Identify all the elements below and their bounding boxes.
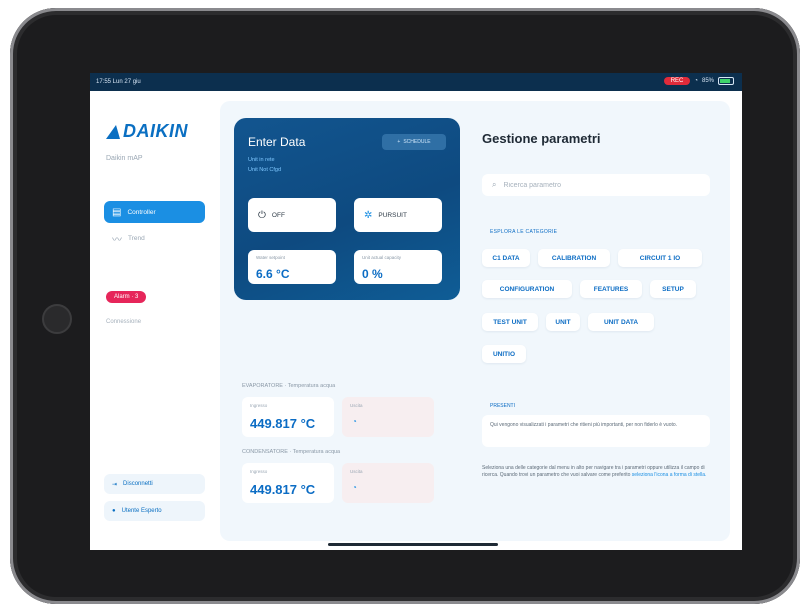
temperature-value: 449.817 °C xyxy=(250,416,316,431)
value-label: Ingresso xyxy=(250,403,268,408)
recording-indicator: REC xyxy=(663,77,691,85)
value-label: Uscita xyxy=(350,469,363,474)
sidebar-item-label: Controller xyxy=(127,208,156,216)
schedule-button[interactable]: + SCHEDULE xyxy=(382,134,446,150)
presets-box: Qui vengono visualizzati i parametri che… xyxy=(482,415,710,447)
loading-icon: ◔ xyxy=(352,483,357,492)
battery-icon xyxy=(718,77,734,85)
water-setpoint-tile[interactable]: Water setpoint 6.6 °C xyxy=(248,250,336,284)
metric-label: Water setpoint xyxy=(256,255,285,260)
category-chip[interactable]: CONFIGURATION xyxy=(482,280,572,298)
condenser-section-label: CONDENSATORE · Temperatura acqua xyxy=(242,449,341,455)
condenser-inlet-tile: Ingresso 449.817 °C xyxy=(242,463,334,503)
presets-text: Qui vengono visualizzati i parametri che… xyxy=(490,422,678,428)
unit-status-line-1: Unit in rete xyxy=(248,157,275,163)
metric-value: 6.6 °C xyxy=(256,267,290,281)
category-chip[interactable]: SETUP xyxy=(650,280,696,298)
sidebar-item-controller[interactable]: ▤ Controller xyxy=(104,201,205,223)
user-icon: ● xyxy=(112,508,116,514)
parameters-title: Gestione parametri xyxy=(482,131,601,146)
parameter-search[interactable]: ⌕ xyxy=(482,174,710,196)
unit-status-line-2: Unit Not Cfgd xyxy=(248,167,282,173)
value-label: Uscita xyxy=(350,403,363,408)
status-time: 17:55 Lun 27 giu xyxy=(96,79,141,85)
home-indicator[interactable] xyxy=(328,543,498,546)
category-chip[interactable]: C1 DATA xyxy=(482,249,530,267)
main-content: Enter Data Unit in rete Unit Not Cfgd + … xyxy=(220,101,730,541)
temperature-value: 449.817 °C xyxy=(250,482,316,497)
trend-icon: 〰 xyxy=(112,234,122,246)
category-chip[interactable]: CALIBRATION xyxy=(538,249,610,267)
unit-capacity-tile[interactable]: Unit actual capacity 0 % xyxy=(354,250,442,284)
evaporator-inlet-tile: Ingresso 449.817 °C xyxy=(242,397,334,437)
metric-label: Unit actual capacity xyxy=(362,255,402,260)
connection-link[interactable]: Connessione xyxy=(106,319,141,325)
metric-value: 0 % xyxy=(362,267,383,281)
sidebar-item-trend[interactable]: 〰 Trend xyxy=(104,227,205,249)
app-screen: 17:55 Lun 27 giu REC ◔ 85% DAIKIN Daikin… xyxy=(90,73,742,550)
category-chip[interactable]: UNIT xyxy=(546,313,580,331)
off-button[interactable]: ⏻ OFF xyxy=(248,198,336,232)
loading-icon: ◔ xyxy=(352,417,357,426)
category-chip[interactable]: FEATURES xyxy=(580,280,642,298)
evaporator-outlet-tile: Uscita ◔ xyxy=(342,397,434,437)
categories-label: ESPLORA LE CATEGORIE xyxy=(490,229,558,235)
app-name: Daikin mAP xyxy=(106,155,143,162)
category-chip[interactable]: UNITIO xyxy=(482,345,526,363)
plus-icon: + xyxy=(397,139,401,145)
status-bar: 17:55 Lun 27 giu REC ◔ 85% xyxy=(90,73,742,91)
sidebar: DAIKIN Daikin mAP ▤ Controller 〰 Trend A… xyxy=(90,91,215,550)
help-text: Seleziona una delle categorie dal menu i… xyxy=(482,465,707,479)
value-label: Ingresso xyxy=(250,469,268,474)
presets-label: PRESENTI xyxy=(490,403,516,409)
home-button[interactable] xyxy=(42,304,72,334)
category-chip[interactable]: TEST UNIT xyxy=(482,313,538,331)
category-chip[interactable]: CIRCUIT 1 IO xyxy=(618,249,702,267)
search-input[interactable] xyxy=(501,180,696,190)
logout-icon: ⇥ xyxy=(112,481,118,488)
disconnect-button[interactable]: ⇥ Disconnetti xyxy=(104,474,205,494)
fan-icon: ✲ xyxy=(364,209,373,221)
power-icon: ⏻ xyxy=(258,209,266,221)
pursuit-button[interactable]: ✲ PURSUIT xyxy=(354,198,442,232)
enter-data-title: Enter Data xyxy=(248,135,306,149)
grid-icon: ▤ xyxy=(112,206,122,218)
status-right: REC ◔ 85% xyxy=(663,77,734,85)
wifi-icon: ◔ xyxy=(694,78,698,84)
help-link[interactable]: seleziona l'icona a forma di stella. xyxy=(632,472,707,478)
daikin-logo: DAIKIN xyxy=(106,121,188,142)
battery-level: 85% xyxy=(701,78,714,84)
sidebar-item-label: Trend xyxy=(128,234,145,242)
evaporator-section-label: EVAPORATORE · Temperatura acqua xyxy=(242,383,336,389)
condenser-outlet-tile: Uscita ◔ xyxy=(342,463,434,503)
enter-data-card: Enter Data Unit in rete Unit Not Cfgd + … xyxy=(234,118,460,300)
daikin-logo-icon xyxy=(106,124,120,139)
search-icon: ⌕ xyxy=(492,180,497,189)
alarm-badge[interactable]: Alarm · 3 xyxy=(106,291,147,303)
user-button[interactable]: ● Utente Esperto xyxy=(104,501,205,521)
category-chip[interactable]: UNIT DATA xyxy=(588,313,654,331)
